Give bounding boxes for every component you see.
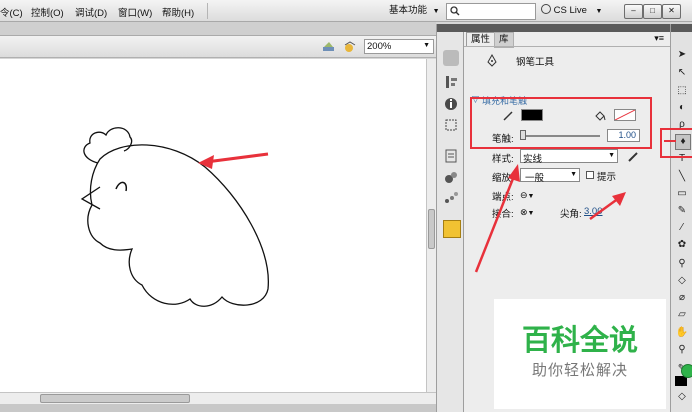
history-icon[interactable] [443,148,459,164]
chevron-down-icon: ▼ [432,8,440,15]
hand-tool-icon[interactable]: ✋ [675,326,689,340]
edit-bar: 200% ▼ [0,36,436,58]
zoom-value: 200% [367,41,392,52]
pencil-tool-icon[interactable]: ✎ [675,204,689,218]
motion-presets-icon[interactable] [443,190,459,206]
chick-comb [83,127,133,164]
selection-tool-icon[interactable]: ➤ [675,48,689,62]
chick-eye [115,181,128,192]
transform-icon[interactable] [443,117,459,133]
search-icon [450,6,460,16]
menu-divider [207,3,208,19]
menu-item-control[interactable]: 控制(O) [31,5,64,19]
vertical-scroll-thumb[interactable] [428,209,435,249]
close-button[interactable]: ✕ [662,4,681,19]
panel-icon-strip [436,24,464,412]
menu-item-command[interactable]: 令(C) [0,5,23,19]
menu-bar: 令(C) 控制(O) 调试(D) 窗口(W) 帮助(H) 基本功能 ▼ CS L… [0,0,692,22]
bone-tool-icon[interactable]: ⚲ [675,257,689,271]
workspace-switcher[interactable]: 基本功能 ▼ [389,3,440,18]
rectangle-tool-icon[interactable]: ▭ [675,187,689,201]
annotation-arrowhead [198,155,214,169]
cs-live-button[interactable]: CS Live ▼ [541,4,602,16]
vertical-scrollbar[interactable] [426,59,436,392]
zoom-tool-icon[interactable]: ⚲ [675,343,689,357]
tools-panel: ➤ ↖ ⬚ ◐ ρ ♦ T ╲ ▭ ✎ ⁄ ✿ ⚲ ◇ ⌀ ▱ ✋ ⚲ ✎ ◇ [670,24,692,412]
align-icon[interactable] [443,74,459,90]
workspace-label: 基本功能 [389,5,428,16]
horizontal-scrollbar[interactable] [0,392,436,404]
strip-header [437,24,464,32]
zoom-select[interactable]: 200% ▼ [364,39,434,54]
menu-item-debug[interactable]: 调试(D) [75,5,107,19]
watermark-panel: 百科全说 助你轻松解决 [494,299,666,409]
annotation-arrows [474,164,626,273]
menu-item-help[interactable]: 帮助(H) [162,5,194,19]
edit-scene-icon[interactable] [343,41,357,53]
pen-tool-highlight [660,128,692,158]
horizontal-scroll-thumb[interactable] [40,394,190,403]
pen-tool-pointer [664,140,676,142]
cs-live-icon [541,4,551,14]
annotation-arrow [205,152,269,164]
document-tab-strip [0,22,436,36]
help-search-input[interactable] [446,3,536,20]
chick-drawing [87,144,269,307]
line-tool-icon[interactable]: ╲ [675,170,689,184]
watermark-subtitle: 助你轻松解决 [531,362,628,379]
components-icon[interactable] [443,169,459,185]
properties-icon[interactable] [443,50,459,66]
free-transform-tool-icon[interactable]: ⬚ [675,84,689,98]
drawing-layer [80,127,269,307]
watermark-title: 百科全说 [521,323,638,357]
eyedropper-tool-icon[interactable]: ⌀ [675,291,689,305]
maximize-button[interactable]: □ [643,4,662,19]
chevron-down-icon: ▼ [595,8,603,15]
3d-rotation-tool-icon[interactable]: ◐ [675,101,689,115]
subselection-tool-icon[interactable]: ↖ [675,66,689,80]
fill-color-tool-icon[interactable]: ◇ [675,390,689,404]
properties-panel: 属性 库 ▾≡ 钢笔工具 ▽ 填充和笔触 笔触: 1.00 样式: 实线 ▼ 缩… [464,24,670,412]
stage-canvas[interactable] [0,59,426,392]
menu-item-window[interactable]: 窗口(W) [118,5,152,19]
edit-symbols-icon[interactable] [322,41,336,53]
deco-tool-icon[interactable]: ✿ [675,238,689,252]
minimize-button[interactable]: – [624,4,643,19]
paint-bucket-tool-icon[interactable]: ◇ [675,274,689,288]
tools-header [671,24,692,32]
cs-live-label: CS Live [553,5,587,16]
watermark-badge [681,364,692,378]
eraser-tool-icon[interactable]: ▱ [675,308,689,322]
chevron-down-icon: ▼ [423,42,430,49]
info-icon[interactable] [443,96,459,112]
brush-tool-icon[interactable]: ⁄ [675,221,689,235]
library-icon[interactable] [443,220,461,238]
